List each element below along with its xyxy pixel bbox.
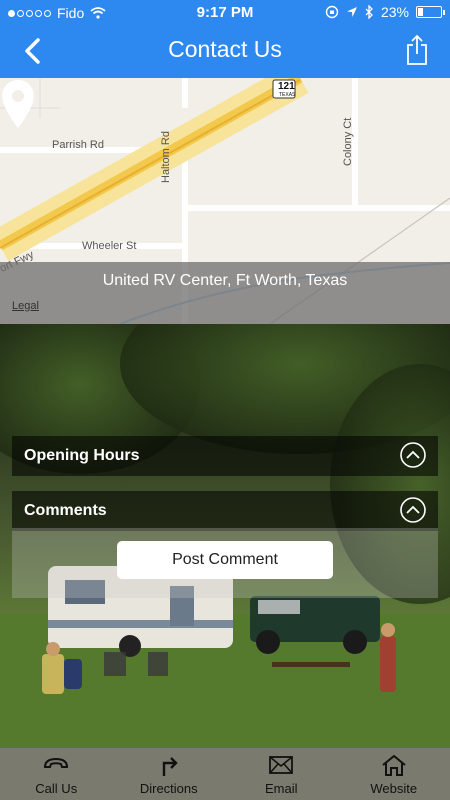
address-bar: United RV Center, Ft Worth, Texas Legal	[0, 262, 450, 324]
top-bar: Fido 9:17 PM 23% Contact Us	[0, 0, 450, 78]
status-bar: Fido 9:17 PM 23%	[0, 0, 450, 26]
email-icon	[269, 756, 294, 774]
page-title: Contact Us	[168, 36, 282, 62]
highway-shield-state: TEXAS	[279, 92, 296, 98]
location-pin-icon[interactable]	[0, 78, 36, 130]
tab-label: Directions	[139, 781, 198, 796]
comments-row[interactable]: Comments	[12, 491, 438, 531]
map-label-wheeler: Wheeler St	[82, 240, 137, 252]
phone-icon	[44, 757, 69, 768]
highway-shield: 121	[278, 81, 295, 92]
map-label-colony: Colony Ct	[342, 117, 354, 166]
battery-icon	[416, 6, 445, 18]
address-label: United RV Center, Ft Worth, Texas	[102, 272, 348, 289]
location-icon	[346, 7, 357, 17]
tab-label: Website	[370, 781, 418, 796]
tab-website[interactable]: Website	[338, 748, 450, 800]
navigation-bar: Contact Us	[0, 26, 450, 78]
legal-link[interactable]: Legal	[12, 300, 39, 312]
tab-email[interactable]: Email	[225, 748, 338, 800]
bluetooth-icon	[365, 5, 373, 19]
chevron-up-icon[interactable]	[400, 497, 426, 523]
opening-hours-label: Opening Hours	[24, 447, 140, 464]
map-label-haltom: Haltom Rd	[160, 131, 172, 183]
opening-hours-row[interactable]: Opening Hours	[12, 436, 438, 476]
bottom-toolbar: Call Us Directions Email Website	[0, 748, 450, 800]
comments-label: Comments	[24, 502, 107, 519]
tab-label: Call Us	[35, 781, 78, 796]
tab-label: Email	[264, 781, 298, 796]
share-button[interactable]	[404, 34, 430, 66]
battery-percent: 23%	[380, 4, 409, 20]
post-comment-button[interactable]: Post Comment	[117, 541, 333, 579]
tab-call-us[interactable]: Call Us	[0, 748, 113, 800]
comment-area: Post Comment	[12, 528, 438, 598]
rotation-lock-icon	[325, 5, 339, 19]
chevron-up-icon[interactable]	[400, 442, 426, 468]
tab-directions[interactable]: Directions	[113, 748, 226, 800]
directions-icon	[162, 757, 178, 776]
map-label-parrish: Parrish Rd	[52, 139, 104, 151]
home-icon	[382, 754, 406, 776]
